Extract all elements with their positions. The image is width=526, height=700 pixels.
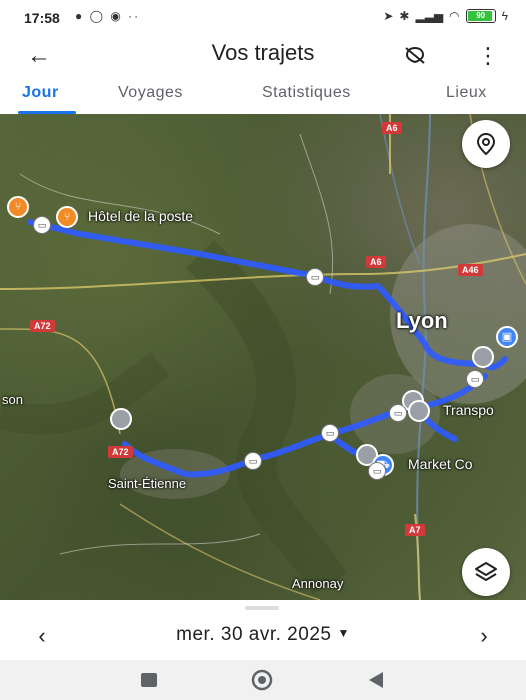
system-nav-bar	[0, 660, 526, 700]
battery-icon: 90	[465, 9, 496, 23]
car-icon: ▭	[368, 462, 386, 480]
car-icon: ▭	[321, 424, 339, 442]
visit-pin[interactable]	[472, 346, 494, 368]
page-title: Vos trajets	[211, 40, 315, 65]
city-label-son: son	[2, 392, 23, 407]
car-icon: ▭	[244, 452, 262, 470]
city-label-annonay: Annonay	[292, 576, 344, 591]
next-day-button[interactable]: ›	[472, 624, 496, 648]
home-icon	[251, 669, 273, 691]
app-header: ← Vos trajets ⋮	[0, 34, 526, 78]
bus-icon: ▣	[501, 331, 513, 343]
triangle-back-icon	[369, 672, 383, 688]
recents-icon	[141, 673, 157, 687]
place-label-transport[interactable]: Transpo	[443, 402, 494, 418]
road-badge-a72-left: A72	[30, 320, 55, 332]
car-icon: ▭	[466, 370, 484, 388]
chevron-right-icon: ›	[480, 623, 488, 648]
layers-icon	[475, 562, 497, 581]
tab-statistiques[interactable]: Statistiques	[262, 84, 351, 102]
road-badge-a7: A7	[405, 524, 425, 536]
signal-icon: ▂▃▅	[415, 9, 444, 23]
visit-pin[interactable]	[110, 408, 132, 430]
location-history-off-button[interactable]	[399, 41, 431, 73]
car-icon: ▭	[33, 216, 51, 234]
location-off-icon	[405, 46, 425, 64]
status-bar: 17:58 ● ◯ ◉ ·· ➤ ✱ ▂▃▅ ◠ 90 ϟ	[0, 0, 526, 34]
notification-icons: ● ◯ ◉ ··	[75, 9, 141, 23]
charging-icon: ϟ	[501, 9, 508, 23]
recents-button[interactable]	[135, 668, 163, 692]
tab-voyages[interactable]: Voyages	[118, 84, 183, 102]
restaurant-pin[interactable]: ⑂	[7, 196, 29, 218]
city-label-lyon: Lyon	[396, 308, 448, 333]
tab-lieux[interactable]: Lieux	[446, 84, 487, 102]
more-vert-icon: ⋮	[477, 43, 499, 68]
road-badge-a46: A46	[458, 264, 483, 276]
battery-level: 90	[476, 11, 486, 20]
place-label-market[interactable]: Market Co	[408, 456, 473, 472]
trip-route	[27, 219, 508, 478]
city-label-saint-etienne: Saint-Étienne	[108, 476, 187, 491]
back-nav-button[interactable]	[362, 668, 390, 692]
status-right-icons: ➤ ✱ ▂▃▅ ◠ 90 ϟ	[383, 9, 508, 23]
wifi-icon: ◠	[449, 9, 460, 23]
fork-knife-icon: ⑂	[63, 211, 71, 223]
date-sheet[interactable]: ‹ mer. 30 avr. 2025 ▼ ›	[0, 600, 526, 660]
map-view[interactable]: A6 A6 A46 A72 A72 A7 Hôtel de la poste L…	[0, 114, 526, 600]
map-layers-button[interactable]	[462, 548, 510, 596]
restaurant-pin-hotel[interactable]: ⑂	[56, 206, 78, 228]
visit-pin[interactable]	[408, 400, 430, 422]
car-icon: ▭	[389, 404, 407, 422]
place-label-hotel[interactable]: Hôtel de la poste	[88, 208, 193, 224]
navigation-icon: ➤	[383, 9, 394, 23]
more-options-button[interactable]: ⋮	[472, 41, 504, 73]
caret-down-icon: ▼	[337, 626, 350, 640]
sheet-drag-handle[interactable]	[245, 606, 279, 610]
transit-pin[interactable]: ▣	[496, 326, 518, 348]
fork-knife-icon: ⑂	[14, 201, 22, 213]
date-text: mer. 30 avr. 2025	[176, 624, 332, 645]
road-badge-a6: A6	[366, 256, 386, 268]
road-badge-a72: A72	[108, 446, 133, 458]
tab-bar: Jour Voyages Statistiques Lieux	[0, 78, 526, 114]
location-pin-icon	[476, 132, 496, 156]
car-icon: ▭	[306, 268, 324, 286]
date-selector[interactable]: mer. 30 avr. 2025 ▼	[0, 624, 526, 646]
road-badge-a6-top: A6	[382, 122, 402, 134]
recenter-button[interactable]	[462, 120, 510, 168]
tab-jour[interactable]: Jour	[22, 84, 59, 102]
status-time: 17:58	[24, 10, 60, 26]
home-button[interactable]	[248, 668, 276, 692]
bluetooth-icon: ✱	[399, 9, 410, 23]
